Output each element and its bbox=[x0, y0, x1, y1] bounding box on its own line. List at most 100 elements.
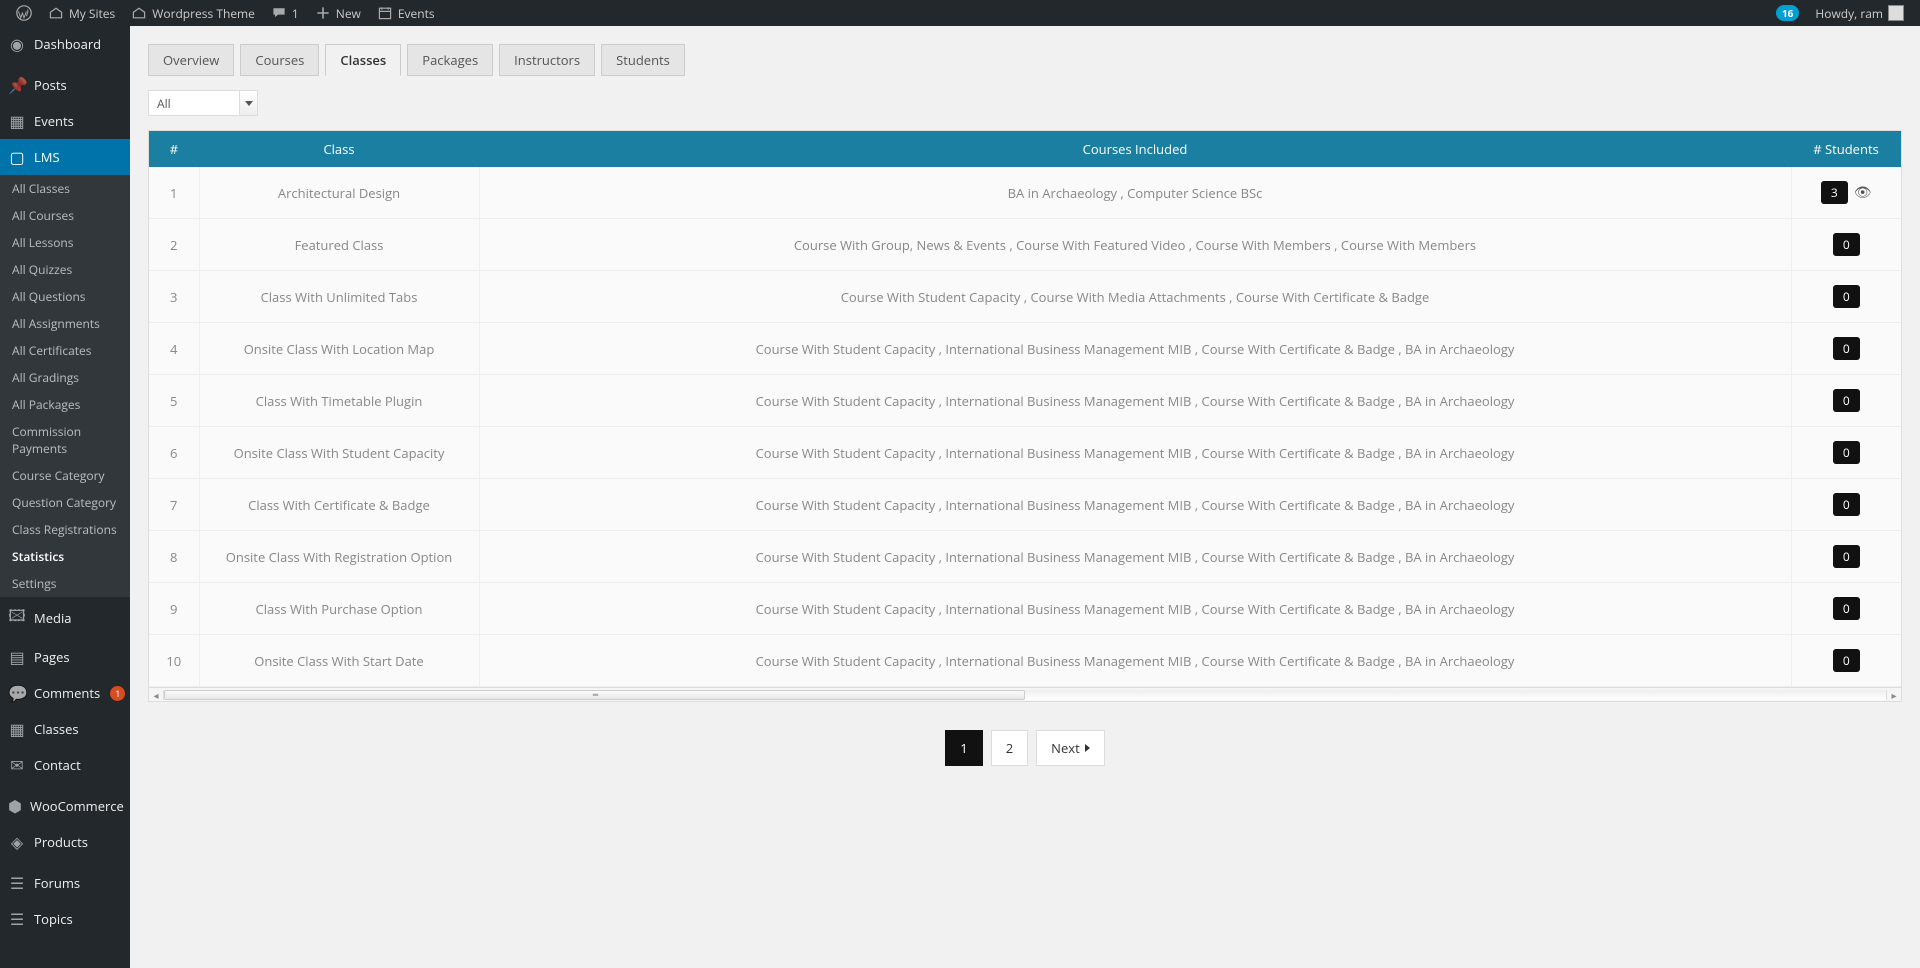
course-link[interactable]: Course With Group, News & Events bbox=[794, 236, 1006, 254]
sidebar-subitem[interactable]: All Packages bbox=[0, 391, 130, 418]
course-link[interactable]: BA in Archaeology bbox=[1405, 600, 1514, 618]
course-link[interactable]: International Business Management MIB bbox=[945, 340, 1191, 358]
course-link[interactable]: Course With Student Capacity bbox=[756, 600, 936, 618]
course-link[interactable]: Course With Student Capacity bbox=[756, 444, 936, 462]
sidebar-subitem[interactable]: Course Category bbox=[0, 462, 130, 489]
sidebar-woocommerce[interactable]: ⬢WooCommerce bbox=[0, 788, 130, 824]
sidebar-classes[interactable]: ▦Classes bbox=[0, 711, 130, 747]
tab-courses[interactable]: Courses bbox=[240, 44, 319, 76]
course-link[interactable]: Computer Science BSc bbox=[1127, 184, 1262, 202]
course-link[interactable]: Course With Certificate & Badge bbox=[1202, 652, 1395, 670]
sidebar-subitem[interactable]: Class Registrations bbox=[0, 516, 130, 543]
sidebar-lms[interactable]: ▢LMS bbox=[0, 139, 130, 175]
sidebar-subitem[interactable]: All Quizzes bbox=[0, 256, 130, 283]
course-link[interactable]: Course With Student Capacity bbox=[841, 288, 1021, 306]
horizontal-scrollbar[interactable]: ◂ ▸ bbox=[148, 688, 1902, 702]
scroll-left-icon[interactable]: ◂ bbox=[149, 688, 163, 702]
tab-classes[interactable]: Classes bbox=[325, 44, 401, 76]
new-link[interactable]: New bbox=[307, 0, 369, 26]
class-link[interactable]: Onsite Class With Student Capacity bbox=[234, 444, 445, 462]
sidebar-subitem[interactable]: All Questions bbox=[0, 283, 130, 310]
course-link[interactable]: Course With Certificate & Badge bbox=[1202, 600, 1395, 618]
scroll-thumb[interactable] bbox=[164, 690, 1025, 700]
sidebar-dashboard[interactable]: ◉Dashboard bbox=[0, 26, 130, 62]
sidebar-subitem[interactable]: All Courses bbox=[0, 202, 130, 229]
course-link[interactable]: Course With Media Attachments bbox=[1030, 288, 1225, 306]
course-link[interactable]: Course With Student Capacity bbox=[756, 652, 936, 670]
sidebar-subitem[interactable]: All Assignments bbox=[0, 310, 130, 337]
class-link[interactable]: Class With Certificate & Badge bbox=[248, 496, 430, 514]
page-button[interactable]: 1 bbox=[945, 730, 982, 766]
class-link[interactable]: Onsite Class With Registration Option bbox=[226, 548, 453, 566]
course-link[interactable]: BA in Archaeology bbox=[1008, 184, 1117, 202]
sidebar-subitem[interactable]: Question Category bbox=[0, 489, 130, 516]
sidebar-contact[interactable]: ✉Contact bbox=[0, 747, 130, 783]
sidebar-media[interactable]: 🖾Media bbox=[0, 597, 130, 639]
next-button[interactable]: Next bbox=[1036, 730, 1105, 766]
tab-packages[interactable]: Packages bbox=[407, 44, 493, 76]
course-link[interactable]: Course With Featured Video bbox=[1016, 236, 1185, 254]
sidebar-subitem[interactable]: All Classes bbox=[0, 175, 130, 202]
course-link[interactable]: BA in Archaeology bbox=[1405, 496, 1514, 514]
course-link[interactable]: BA in Archaeology bbox=[1405, 444, 1514, 462]
tab-students[interactable]: Students bbox=[601, 44, 685, 76]
th-class[interactable]: Class bbox=[199, 131, 479, 167]
scroll-track[interactable] bbox=[163, 690, 1887, 700]
course-link[interactable]: Course With Student Capacity bbox=[756, 548, 936, 566]
course-link[interactable]: International Business Management MIB bbox=[945, 652, 1191, 670]
course-link[interactable]: BA in Archaeology bbox=[1405, 652, 1514, 670]
comments-link[interactable]: 1 bbox=[263, 0, 307, 26]
course-link[interactable]: International Business Management MIB bbox=[945, 392, 1191, 410]
page-button[interactable]: 2 bbox=[991, 730, 1028, 766]
sidebar-subitem[interactable]: All Certificates bbox=[0, 337, 130, 364]
course-link[interactable]: Course With Certificate & Badge bbox=[1202, 340, 1395, 358]
course-link[interactable]: Course With Certificate & Badge bbox=[1202, 444, 1395, 462]
course-link[interactable]: Course With Certificate & Badge bbox=[1236, 288, 1429, 306]
sidebar-pages[interactable]: ▤Pages bbox=[0, 639, 130, 675]
course-link[interactable]: Course With Members bbox=[1341, 236, 1476, 254]
updates-link[interactable]: 16 bbox=[1768, 0, 1807, 26]
course-link[interactable]: International Business Management MIB bbox=[945, 600, 1191, 618]
course-link[interactable]: Course With Certificate & Badge bbox=[1202, 548, 1395, 566]
class-link[interactable]: Architectural Design bbox=[278, 184, 400, 202]
course-link[interactable]: Course With Student Capacity bbox=[756, 392, 936, 410]
sidebar-subitem[interactable]: Commission Payments bbox=[0, 418, 130, 462]
my-sites-link[interactable]: My Sites bbox=[40, 0, 123, 26]
class-link[interactable]: Onsite Class With Location Map bbox=[244, 340, 435, 358]
sidebar-products[interactable]: ◈Products bbox=[0, 824, 130, 860]
tab-overview[interactable]: Overview bbox=[148, 44, 234, 76]
sidebar-comments[interactable]: 💬Comments1 bbox=[0, 675, 130, 711]
sidebar-subitem[interactable]: Settings bbox=[0, 570, 130, 597]
sidebar-forums[interactable]: ☰Forums bbox=[0, 865, 130, 901]
dropdown-icon[interactable] bbox=[239, 91, 257, 115]
eye-icon[interactable]: 👁 bbox=[1854, 183, 1872, 202]
course-link[interactable]: Course With Members bbox=[1196, 236, 1331, 254]
class-link[interactable]: Onsite Class With Start Date bbox=[254, 652, 424, 670]
th-courses[interactable]: Courses Included bbox=[479, 131, 1791, 167]
sidebar-subitem[interactable]: Statistics bbox=[0, 543, 130, 570]
course-link[interactable]: Course With Certificate & Badge bbox=[1202, 392, 1395, 410]
scroll-right-icon[interactable]: ▸ bbox=[1887, 688, 1901, 702]
howdy-link[interactable]: Howdy, ram bbox=[1807, 0, 1912, 26]
class-link[interactable]: Class With Unlimited Tabs bbox=[261, 288, 418, 306]
course-link[interactable]: BA in Archaeology bbox=[1405, 340, 1514, 358]
th-index[interactable]: # bbox=[149, 131, 199, 167]
site-name-link[interactable]: Wordpress Theme bbox=[123, 0, 263, 26]
class-link[interactable]: Class With Purchase Option bbox=[256, 600, 423, 618]
course-link[interactable]: International Business Management MIB bbox=[945, 444, 1191, 462]
sidebar-topics[interactable]: ☰Topics bbox=[0, 901, 130, 937]
course-link[interactable]: BA in Archaeology bbox=[1405, 392, 1514, 410]
events-link[interactable]: Events bbox=[369, 0, 443, 26]
wp-logo[interactable] bbox=[8, 0, 40, 26]
course-link[interactable]: International Business Management MIB bbox=[945, 496, 1191, 514]
sidebar-events[interactable]: ▦Events bbox=[0, 103, 130, 139]
course-link[interactable]: Course With Student Capacity bbox=[756, 496, 936, 514]
sidebar-subitem[interactable]: All Lessons bbox=[0, 229, 130, 256]
course-link[interactable]: International Business Management MIB bbox=[945, 548, 1191, 566]
course-link[interactable]: Course With Student Capacity bbox=[756, 340, 936, 358]
sidebar-subitem[interactable]: All Gradings bbox=[0, 364, 130, 391]
class-link[interactable]: Featured Class bbox=[295, 236, 384, 254]
course-link[interactable]: BA in Archaeology bbox=[1405, 548, 1514, 566]
sidebar-posts[interactable]: 📌Posts bbox=[0, 67, 130, 103]
filter-select[interactable]: All bbox=[148, 90, 258, 116]
